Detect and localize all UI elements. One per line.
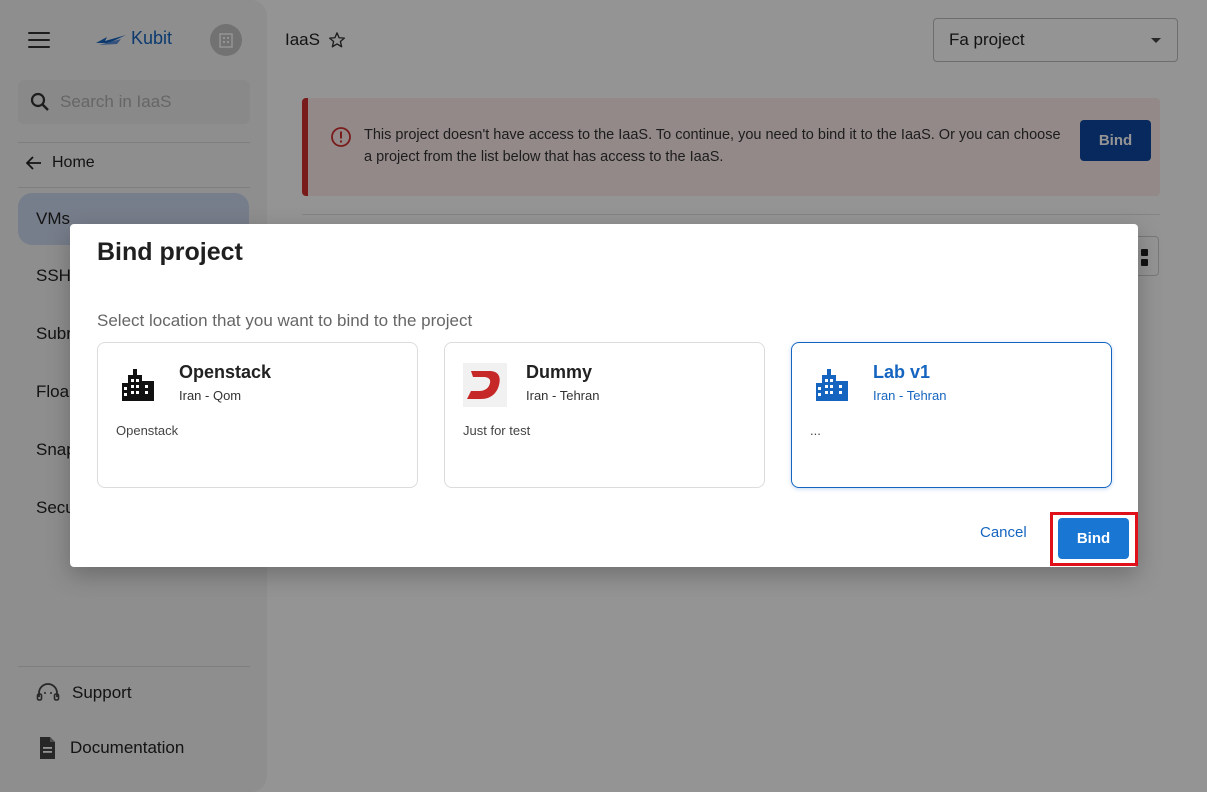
dialog-subtitle: Select location that you want to bind to… bbox=[97, 311, 473, 330]
location-region: Iran - Qom bbox=[179, 388, 242, 403]
location-card-lab-v1[interactable]: Lab v1 Iran - Tehran ... bbox=[791, 342, 1112, 488]
location-card-dummy[interactable]: Dummy Iran - Tehran Just for test bbox=[444, 342, 765, 488]
location-description: ... bbox=[810, 423, 821, 438]
location-name: Dummy bbox=[526, 362, 593, 382]
building-icon bbox=[810, 363, 854, 407]
location-card-openstack[interactable]: Openstack Iran - Qom Openstack bbox=[97, 342, 418, 488]
location-description: Openstack bbox=[116, 423, 179, 438]
location-region: Iran - Tehran bbox=[526, 388, 600, 403]
bind-button[interactable]: Bind bbox=[1058, 518, 1129, 559]
cancel-button[interactable]: Cancel bbox=[980, 524, 1027, 541]
dummy-logo-icon bbox=[463, 363, 507, 407]
dialog-title: Bind project bbox=[97, 238, 243, 266]
location-name: Openstack bbox=[179, 362, 272, 382]
location-name: Lab v1 bbox=[873, 362, 931, 382]
location-description: Just for test bbox=[463, 423, 531, 438]
building-icon bbox=[116, 363, 160, 407]
bind-project-dialog: Bind project Select location that you wa… bbox=[70, 224, 1138, 567]
location-region: Iran - Tehran bbox=[873, 388, 947, 403]
